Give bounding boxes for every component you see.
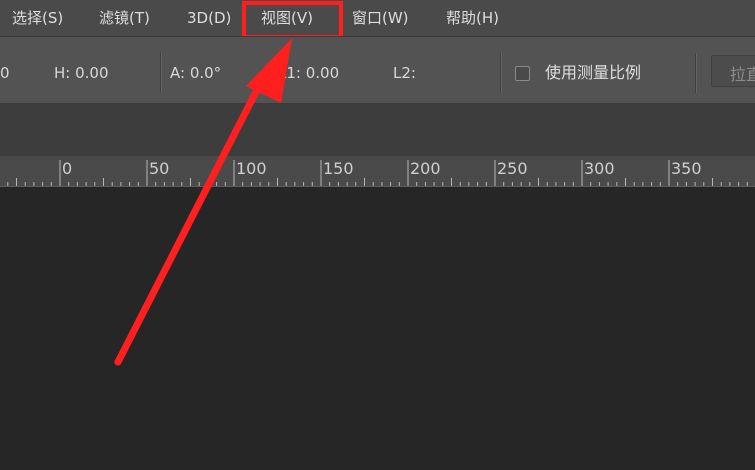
menu-3d[interactable]: 3D(D) — [187, 8, 231, 28]
separator — [500, 53, 502, 93]
use-measurement-scale-label: 使用测量比例 — [545, 63, 642, 82]
separator — [695, 53, 697, 93]
ruler-label: 0 — [62, 159, 73, 178]
straighten-button[interactable]: 拉直 — [711, 55, 755, 87]
view-menu-highlight-box — [242, 1, 343, 39]
ruler-label: 150 — [323, 159, 354, 178]
canvas-area[interactable] — [0, 187, 755, 470]
menu-window[interactable]: 窗口(W) — [352, 8, 409, 28]
ruler-label: 300 — [584, 159, 615, 178]
length2-readout: L2: — [393, 64, 416, 82]
ruler-label: 100 — [236, 159, 267, 178]
separator — [160, 53, 162, 93]
menu-help[interactable]: 帮助(H) — [446, 8, 499, 28]
ruler-label: 350 — [671, 159, 702, 178]
document-tab-strip — [0, 104, 755, 156]
use-measurement-scale-checkbox[interactable] — [515, 66, 530, 81]
ruler-ticks — [7, 160, 748, 186]
ruler-label: 200 — [410, 159, 441, 178]
ruler-label: 250 — [497, 159, 528, 178]
ruler-tool-options-bar: 0 H: 0.00 A: 0.0° L1: 0.00 L2: 使用测量比例 拉直 — [0, 36, 755, 104]
height-readout: H: 0.00 — [54, 64, 109, 82]
menu-filter[interactable]: 滤镜(T) — [99, 8, 150, 28]
length1-readout: L1: 0.00 — [278, 64, 340, 82]
menu-select[interactable]: 选择(S) — [12, 8, 63, 28]
straighten-button-label: 拉直 — [730, 65, 755, 84]
ruler-label: 50 — [149, 159, 170, 178]
menu-bar: 选择(S) 滤镜(T) 3D(D) 视图(V) 窗口(W) 帮助(H) — [0, 0, 755, 39]
angle-readout: A: 0.0° — [170, 64, 222, 82]
horizontal-ruler[interactable]: 0 50 100 150 200 250 300 350 — [0, 156, 755, 187]
width-value-partial: 0 — [0, 64, 10, 82]
